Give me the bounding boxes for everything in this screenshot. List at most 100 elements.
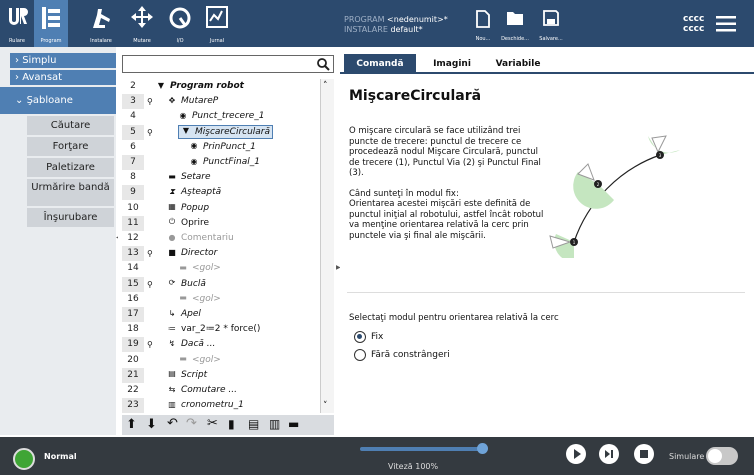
run-tab[interactable]: Rulare [0, 0, 34, 47]
undo-icon[interactable]: ↶ [167, 416, 178, 431]
tree-node[interactable]: ▦ Popup [167, 201, 209, 216]
tree-row[interactable]: 5 ⚲ ▼ MişcareCirculară [122, 124, 320, 140]
copy-icon[interactable]: ▮ [228, 417, 235, 431]
tab-command[interactable]: Comandă [344, 54, 416, 74]
line-number: 22 [127, 385, 139, 395]
sidebar-sub-conveyor[interactable]: Urmărire bandă [27, 179, 114, 207]
node-label: PrinPunct_1 [203, 141, 256, 152]
node-label: MutareP [181, 96, 219, 107]
tree-row[interactable]: 3 ⚲ ✥ MutareP [122, 94, 320, 110]
program-prefix: PROGRAM [344, 15, 385, 24]
tree-node[interactable]: ⧗ Aşteaptă [167, 185, 221, 200]
sidebar-item-advanced[interactable]: › Avansat [10, 70, 116, 86]
tree-row[interactable]: 19 ⚲ ↯ Dacă ... [122, 337, 320, 353]
tab-variables[interactable]: Variabile [486, 54, 550, 74]
suppress-icon[interactable]: ▬ [288, 417, 299, 431]
tree-row[interactable]: 6 ◉ PrinPunct_1 [122, 140, 320, 155]
tree-node[interactable]: ▬ <gol> [178, 261, 221, 276]
save-button[interactable]: Salvare... [535, 10, 567, 44]
new-button[interactable]: Nou... [467, 10, 499, 44]
breakpoint-marker-icon[interactable]: ⚲ [147, 94, 155, 109]
tree-node[interactable]: ◉ Punct_trecere_1 [178, 109, 265, 124]
move-down-icon[interactable]: ⬇ [146, 417, 157, 432]
tree-row[interactable]: 12 ● Comentariu [122, 231, 320, 246]
breakpoint-marker-icon[interactable]: ⚲ [147, 337, 155, 352]
sidebar-item-basic[interactable]: › Simplu [10, 53, 116, 69]
tree-node[interactable]: ⇆ Comutare ... [167, 383, 237, 398]
tree-row[interactable]: 21 ▤ Script [122, 367, 320, 383]
radio-unconstrained-label[interactable]: Fără constrângeri [371, 350, 450, 360]
description-intro: O mişcare circulară se face utilizând tr… [349, 126, 541, 178]
tree-node[interactable]: ≔ var_2≔2 * force() [167, 322, 260, 337]
tree-row[interactable]: 9 ⧗ Aşteaptă [122, 185, 320, 201]
hamburger-menu-icon[interactable] [716, 16, 736, 32]
tree-node[interactable]: ⏻ Oprire [167, 216, 209, 231]
tree-row[interactable]: 11 ⏻ Oprire [122, 215, 320, 231]
log-tab[interactable]: Jurnal [200, 0, 234, 47]
breakpoint-marker-icon[interactable]: ⚲ [147, 125, 155, 140]
tree-row[interactable]: 4 ◉ Punct_trecere_1 [122, 109, 320, 124]
tree-row[interactable]: 10 ▦ Popup [122, 201, 320, 216]
breakpoint-marker-icon[interactable]: ⚲ [147, 277, 155, 292]
radio-fixed-label[interactable]: Fix [371, 332, 383, 342]
paste-icon[interactable]: ▤ [248, 417, 259, 431]
tab-images[interactable]: Imagini [422, 54, 482, 74]
tree-scrollbar[interactable]: ˄ ˅ [320, 79, 334, 413]
play-button[interactable] [566, 444, 586, 464]
move-tab[interactable]: Mutare [125, 0, 159, 47]
program-tab[interactable]: Program [34, 0, 68, 47]
robot-status-icon[interactable] [13, 448, 35, 470]
install-tab[interactable]: Instalare [84, 0, 118, 47]
tree-node[interactable]: ▼ MişcareCirculară [178, 124, 274, 139]
move-up-icon[interactable]: ⬆ [126, 417, 137, 432]
tree-row[interactable]: 17 ↳ Apel [122, 307, 320, 322]
tree-node[interactable]: ▤ Script [167, 368, 207, 383]
tree-node[interactable]: ◉ PrinPunct_1 [189, 140, 256, 155]
tree-row[interactable]: 16 ▬ <gol> [122, 292, 320, 307]
sidebar-sub-search[interactable]: Căutare [27, 116, 114, 136]
tree-node[interactable]: ↳ Apel [167, 307, 201, 322]
tree-row[interactable]: 18 ≔ var_2≔2 * force() [122, 322, 320, 337]
tree-row[interactable]: 14 ▬ <gol> [122, 261, 320, 276]
io-tab[interactable]: I/O [163, 0, 197, 47]
speed-slider-knob[interactable] [477, 443, 488, 454]
radio-fixed[interactable] [354, 331, 366, 343]
sidebar-sub-palletizing[interactable]: Paletizare [27, 158, 114, 178]
tree-node[interactable]: ✥ MutareP [167, 94, 219, 109]
tree-search-input[interactable] [122, 55, 334, 73]
radio-unconstrained[interactable] [354, 349, 366, 361]
sidebar-item-templates[interactable]: ⌄ Şabloane [0, 87, 116, 115]
tree-row[interactable]: 22 ⇆ Comutare ... [122, 383, 320, 398]
cut-icon[interactable]: ✂ [207, 416, 218, 431]
tree-row[interactable]: 7 ◉ PunctFinal_1 [122, 155, 320, 170]
delete-icon[interactable]: ▥ [269, 417, 280, 431]
step-button[interactable] [599, 444, 619, 464]
redo-icon[interactable]: ↷ [186, 416, 197, 431]
sidebar-sub-force[interactable]: Forţare [27, 137, 114, 157]
speed-slider[interactable] [360, 447, 483, 451]
tree-node[interactable]: ↯ Dacă ... [167, 337, 216, 352]
tree-node[interactable]: ▥ cronometru_1 [167, 398, 244, 413]
scroll-up-icon[interactable]: ˄ [323, 81, 328, 91]
tree-row[interactable]: 13 ⚲ ■ Director [122, 246, 320, 262]
tree-row[interactable]: 8 ▬ Setare [122, 170, 320, 185]
simulation-toggle[interactable] [706, 447, 738, 465]
program-name: <nedenumit>* [387, 15, 448, 24]
tree-node[interactable]: ◉ PunctFinal_1 [189, 155, 260, 170]
tree-row[interactable]: 23 ▥ cronometru_1 [122, 398, 320, 413]
sidebar-sub-screwing[interactable]: Înşurubare [27, 208, 114, 228]
stop-button[interactable] [634, 444, 654, 464]
tree-row[interactable]: 15 ⚲ ⟳ Buclă [122, 276, 320, 292]
open-button[interactable]: Deschide... [499, 10, 531, 44]
tree-node[interactable]: ▼ Program robot [156, 79, 244, 94]
breakpoint-marker-icon[interactable]: ⚲ [147, 246, 155, 261]
tree-row[interactable]: 2 ▼ Program robot [122, 79, 320, 94]
tree-row[interactable]: 20 ▬ <gol> [122, 353, 320, 368]
tree-node[interactable]: ▬ Setare [167, 170, 210, 185]
tree-node[interactable]: ▬ <gol> [178, 353, 221, 368]
tree-node[interactable]: ⟳ Buclă [167, 277, 206, 292]
scroll-down-icon[interactable]: ˅ [323, 401, 328, 411]
tree-node[interactable]: ● Comentariu [167, 231, 234, 246]
tree-node[interactable]: ▬ <gol> [178, 292, 221, 307]
tree-node[interactable]: ■ Director [167, 246, 217, 261]
